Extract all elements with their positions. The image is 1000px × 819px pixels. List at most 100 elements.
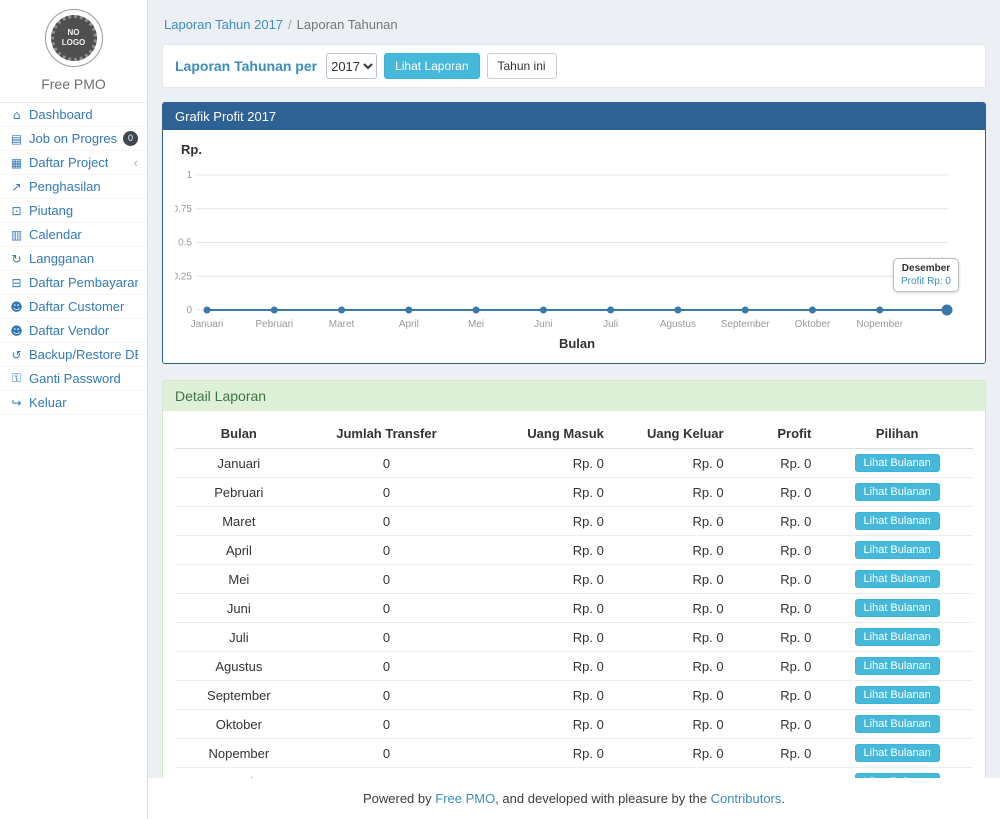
chart-point-september[interactable] [742, 307, 749, 314]
footer-text: Powered by [363, 791, 435, 806]
breadcrumb-link[interactable]: Laporan Tahun 2017 [164, 17, 283, 32]
svg-text:Maret: Maret [329, 319, 355, 330]
laporan-table: BulanJumlah TransferUang MasukUang Kelua… [175, 419, 973, 778]
sidebar-item-daftar-customer[interactable]: ☻Daftar Customer [0, 295, 147, 319]
sidebar-item-label: Daftar Pembayaran [29, 275, 138, 290]
lihat-bulanan-button[interactable]: Lihat Bulanan [855, 599, 940, 617]
sidebar-item-calendar[interactable]: ▥Calendar [0, 223, 147, 247]
table-cell: Rp. 0 [734, 739, 822, 768]
contributors-link[interactable]: Contributors [711, 791, 782, 806]
count-badge: 0 [123, 131, 138, 146]
svg-text:Oktober: Oktober [795, 319, 831, 330]
sidebar-item-dashboard[interactable]: ⌂Dashboard [0, 103, 147, 127]
chart-point-agustus[interactable] [674, 307, 681, 314]
table-cell: Rp. 0 [734, 565, 822, 594]
tahun-ini-button[interactable]: Tahun ini [487, 53, 557, 79]
chart-point-januari[interactable] [204, 307, 211, 314]
table-cell: Juni [175, 594, 303, 623]
action-cell: Lihat Bulanan [821, 449, 973, 478]
table-cell: Rp. 0 [470, 536, 614, 565]
chart-point-mei[interactable] [473, 307, 480, 314]
lihat-bulanan-button[interactable]: Lihat Bulanan [855, 570, 940, 588]
sidebar-item-langganan[interactable]: ↻Langganan [0, 247, 147, 271]
lihat-bulanan-button[interactable]: Lihat Bulanan [855, 454, 940, 472]
table-cell: Rp. 0 [734, 623, 822, 652]
column-header: Uang Masuk [470, 419, 614, 449]
chart-point-maret[interactable] [338, 307, 345, 314]
chart-point-nopember[interactable] [876, 307, 883, 314]
lihat-bulanan-button[interactable]: Lihat Bulanan [855, 628, 940, 646]
sidebar-item-backup-restore-db[interactable]: ↺Backup/Restore DB [0, 343, 147, 367]
footer: Powered by Free PMO, and developed with … [148, 778, 1000, 819]
sidebar-item-label: Daftar Project [29, 155, 108, 170]
sidebar-item-job-on-progress[interactable]: ▤ Job on Progress 0 [0, 127, 147, 151]
table-cell: Rp. 0 [470, 623, 614, 652]
breadcrumb-separator: / [288, 17, 292, 32]
table-cell: Rp. 0 [614, 565, 734, 594]
chart-point-oktober[interactable] [809, 307, 816, 314]
freepmo-link[interactable]: Free PMO [435, 791, 495, 806]
table-row: April0Rp. 0Rp. 0Rp. 0Lihat Bulanan [175, 536, 973, 565]
sidebar-item-piutang[interactable]: ⊡Piutang [0, 199, 147, 223]
tasks-list-icon: ▤ [9, 132, 24, 146]
table-cell: Rp. 0 [734, 536, 822, 565]
lihat-bulanan-button[interactable]: Lihat Bulanan [855, 657, 940, 675]
lihat-bulanan-button[interactable]: Lihat Bulanan [855, 512, 940, 530]
table-cell: Rp. 0 [614, 681, 734, 710]
sidebar-item-ganti-password[interactable]: ⚿Ganti Password [0, 367, 147, 391]
chart-point-april[interactable] [405, 307, 412, 314]
sidebar-item-label: Job on Progress [29, 131, 118, 146]
table-cell: Rp. 0 [470, 449, 614, 478]
project-table-icon: ▦ [9, 156, 24, 170]
lihat-bulanan-button[interactable]: Lihat Bulanan [855, 715, 940, 733]
table-cell: Rp. 0 [470, 507, 614, 536]
table-cell: 0 [303, 507, 471, 536]
lihat-bulanan-button[interactable]: Lihat Bulanan [855, 483, 940, 501]
logout-icon: ↪ [9, 396, 24, 410]
action-cell: Lihat Bulanan [821, 594, 973, 623]
table-cell: 0 [303, 710, 471, 739]
table-cell: 0 [303, 478, 471, 507]
sidebar-item-penghasilan[interactable]: ↗Penghasilan [0, 175, 147, 199]
chevron-left-icon: ‹ [134, 156, 138, 169]
table-cell: 0 [303, 768, 471, 779]
table-cell: Rp. 0 [614, 536, 734, 565]
sidebar-item-keluar[interactable]: ↪Keluar [0, 391, 147, 415]
sidebar: NO LOGO Free PMO ⌂Dashboard▤Job on Progr… [0, 0, 148, 819]
svg-text:September: September [721, 319, 771, 330]
action-cell: Lihat Bulanan [821, 565, 973, 594]
table-cell: Rp. 0 [614, 449, 734, 478]
table-row: Juni0Rp. 0Rp. 0Rp. 0Lihat Bulanan [175, 594, 973, 623]
chart-point-pebruari[interactable] [271, 307, 278, 314]
table-cell: Juli [175, 623, 303, 652]
table-cell: 0 [303, 536, 471, 565]
app-root: NO LOGO Free PMO ⌂Dashboard ▤ Job on Progr… [0, 0, 1000, 819]
sidebar-item-daftar-pembayaran[interactable]: ⊟Daftar Pembayaran [0, 271, 147, 295]
chart-point-juli[interactable] [607, 307, 614, 314]
app-logo: NO LOGO [45, 9, 103, 67]
table-row: Nopember0Rp. 0Rp. 0Rp. 0Lihat Bulanan [175, 739, 973, 768]
sidebar-item-daftar-vendor[interactable]: ☻Daftar Vendor [0, 319, 147, 343]
table-cell: Oktober [175, 710, 303, 739]
table-cell: Agustus [175, 652, 303, 681]
svg-text:0.75: 0.75 [175, 204, 192, 215]
chart-point-juni[interactable] [540, 307, 547, 314]
chart-point-desember[interactable] [942, 305, 953, 316]
table-row: September0Rp. 0Rp. 0Rp. 0Lihat Bulanan [175, 681, 973, 710]
sidebar-item-daftar-project[interactable]: ▦ Daftar Project ‹ [0, 151, 147, 175]
svg-text:1: 1 [186, 170, 192, 181]
table-cell: Rp. 0 [470, 478, 614, 507]
sidebar-item-label: Daftar Customer [29, 299, 124, 314]
sidebar-item-label: Penghasilan [29, 179, 101, 194]
lihat-bulanan-button[interactable]: Lihat Bulanan [855, 744, 940, 762]
table-row: Pebruari0Rp. 0Rp. 0Rp. 0Lihat Bulanan [175, 478, 973, 507]
action-cell: Lihat Bulanan [821, 710, 973, 739]
detail-body: BulanJumlah TransferUang MasukUang Kelua… [163, 411, 985, 778]
action-cell: Lihat Bulanan [821, 681, 973, 710]
lihat-bulanan-button[interactable]: Lihat Bulanan [855, 686, 940, 704]
table-cell: Rp. 0 [734, 478, 822, 507]
year-select[interactable]: 2017 [326, 53, 377, 79]
lihat-bulanan-button[interactable]: Lihat Bulanan [855, 541, 940, 559]
lihat-laporan-button[interactable]: Lihat Laporan [384, 53, 479, 79]
table-cell: Rp. 0 [614, 623, 734, 652]
